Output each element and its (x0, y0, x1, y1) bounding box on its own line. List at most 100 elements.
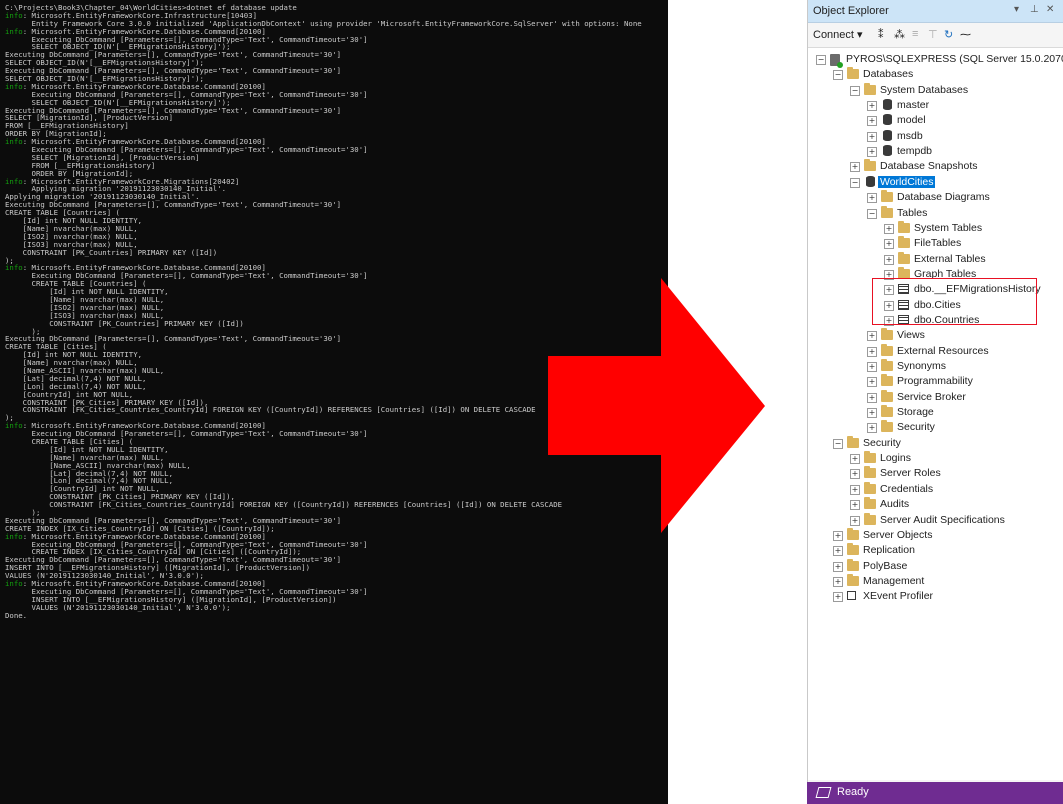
console-line: CONSTRAINT [PK_Countries] PRIMARY KEY ([… (5, 248, 668, 257)
activity-monitor-icon[interactable]: ⁓ (960, 28, 971, 41)
object-explorer-title-bar: Object Explorer ▾ ⊥ ✕ (808, 0, 1063, 23)
folder-icon (847, 573, 859, 586)
folder-icon (881, 328, 893, 341)
expand-icon[interactable]: + (867, 331, 877, 342)
tree-node-label: Service Broker (897, 390, 966, 403)
expand-icon[interactable]: + (867, 101, 877, 112)
folder-icon (881, 420, 893, 433)
tree-node-label: Credentials (880, 482, 934, 495)
collapse-icon[interactable]: − (816, 55, 826, 65)
console-line-text: Done. (5, 610, 28, 620)
folder-icon (864, 451, 876, 464)
expand-icon[interactable]: + (833, 546, 843, 557)
tree-node-label: master (897, 99, 930, 112)
folder-icon (881, 359, 893, 371)
tree-node-label: Server Audit Specifications (880, 513, 1005, 526)
expand-icon[interactable]: + (850, 515, 860, 526)
expand-icon[interactable]: + (867, 131, 877, 142)
folder-icon (881, 374, 893, 387)
expand-icon[interactable]: + (884, 254, 894, 265)
expand-icon[interactable]: + (850, 469, 860, 480)
console-line: CONSTRAINT [FK_Cities_Countries_CountryI… (5, 406, 668, 414)
expand-icon[interactable]: + (867, 193, 877, 204)
console-line: CONSTRAINT [PK_Countries] PRIMARY KEY ([… (5, 318, 668, 328)
tree-node-label: FileTables (914, 237, 962, 250)
expand-icon[interactable]: + (884, 239, 894, 250)
dropdown-icon[interactable]: ▾ (1014, 4, 1019, 15)
expand-icon[interactable]: + (867, 377, 877, 388)
folder-icon (881, 205, 893, 218)
database-icon (883, 114, 892, 126)
expand-icon[interactable]: + (867, 408, 877, 419)
folder-icon (864, 466, 876, 479)
expand-icon[interactable]: + (833, 576, 843, 587)
tree-node-label: Security (897, 421, 935, 434)
expand-icon[interactable]: + (850, 500, 860, 511)
expand-icon[interactable]: + (850, 454, 860, 465)
expand-icon[interactable]: + (833, 592, 843, 603)
database-icon (883, 99, 892, 111)
folder-icon (847, 435, 859, 448)
tables-highlight-box (872, 278, 1037, 325)
tree-node-label: PYROS\SQLEXPRESS (SQL Server 15.0.2070 -… (846, 53, 1063, 65)
tree-node-label: Database Snapshots (880, 160, 978, 173)
tree-node-label: model (897, 114, 926, 127)
database-icon (866, 175, 875, 187)
disconnect-icon[interactable]: ⁂ (894, 28, 905, 41)
tree-node-label: XEvent Profiler (863, 590, 934, 603)
pin-icon[interactable]: ⊥ (1030, 4, 1039, 15)
expand-icon[interactable]: + (833, 530, 843, 541)
console-output: C:\Projects\Book3\Chapter_04\WorldCities… (0, 0, 668, 619)
expand-icon[interactable]: + (833, 561, 843, 572)
status-bar: Ready (807, 782, 1063, 804)
expand-icon[interactable]: + (867, 147, 877, 158)
tree-node-label: Database Diagrams (897, 191, 990, 204)
console-line: VALUES (N'20191123030140_Initial', N'3.0… (5, 603, 668, 612)
tree-node-label: Views (897, 329, 925, 342)
collapse-icon[interactable]: − (850, 177, 860, 188)
folder-icon (881, 389, 893, 402)
console-line: Done. (5, 610, 668, 620)
expand-icon[interactable]: + (884, 223, 894, 234)
expand-icon[interactable]: + (867, 423, 877, 434)
folder-icon (864, 497, 876, 510)
connect-object-icon[interactable]: ⁑ (878, 28, 884, 41)
folder-icon (864, 481, 876, 494)
refresh-icon[interactable]: ↻ (944, 28, 953, 41)
expand-icon[interactable]: + (850, 484, 860, 495)
tree-node-label: System Tables (914, 221, 983, 234)
tree-node-label: Server Objects (863, 528, 933, 541)
database-icon (883, 129, 892, 141)
tree-node-label: Management (863, 574, 925, 587)
collapse-icon[interactable]: − (833, 438, 843, 449)
filter-icon[interactable]: ⊤ (928, 28, 938, 41)
close-icon[interactable]: ✕ (1046, 4, 1054, 15)
tree-node-label: System Databases (880, 83, 969, 96)
folder-icon (898, 251, 910, 264)
expand-icon[interactable]: + (867, 392, 877, 403)
expand-icon[interactable]: + (867, 116, 877, 127)
object-explorer-tree: − PYROS\SQLEXPRESS (SQL Server 15.0.2070 … (808, 48, 1063, 780)
console-line: CONSTRAINT [FK_Cities_Countries_CountryI… (5, 501, 668, 509)
expand-icon[interactable]: + (867, 346, 877, 357)
tree-node-label: Audits (880, 498, 910, 511)
tree-node-label: msdb (897, 129, 923, 142)
tree-node-label: Programmability (897, 375, 973, 388)
tree-node-label: Synonyms (897, 360, 947, 372)
tree-node-label: Databases (863, 68, 914, 81)
collapse-icon[interactable]: − (850, 85, 860, 96)
connect-button[interactable]: Connect ▾ (813, 28, 863, 41)
object-explorer-toolbar: Connect ▾ ⁑ ⁂ ≡ ⊤ ↻ ⁓ (808, 23, 1063, 48)
object-explorer-panel: Object Explorer ▾ ⊥ ✕ Connect ▾ ⁑ ⁂ ≡ ⊤ … (807, 0, 1063, 804)
expand-icon[interactable]: + (850, 162, 860, 173)
tree-node-label: Logins (880, 452, 911, 465)
database-icon (883, 145, 892, 157)
console-window: C:\Projects\Book3\Chapter_04\WorldCities… (0, 0, 668, 804)
expand-icon[interactable]: + (867, 362, 877, 372)
folder-icon (881, 190, 893, 203)
console-line-text: CONSTRAINT [PK_Countries] PRIMARY KEY ([… (5, 318, 244, 328)
collapse-icon[interactable]: − (833, 70, 843, 81)
stop-icon[interactable]: ≡ (912, 28, 918, 40)
status-icon (815, 787, 832, 798)
collapse-icon[interactable]: − (867, 208, 877, 219)
